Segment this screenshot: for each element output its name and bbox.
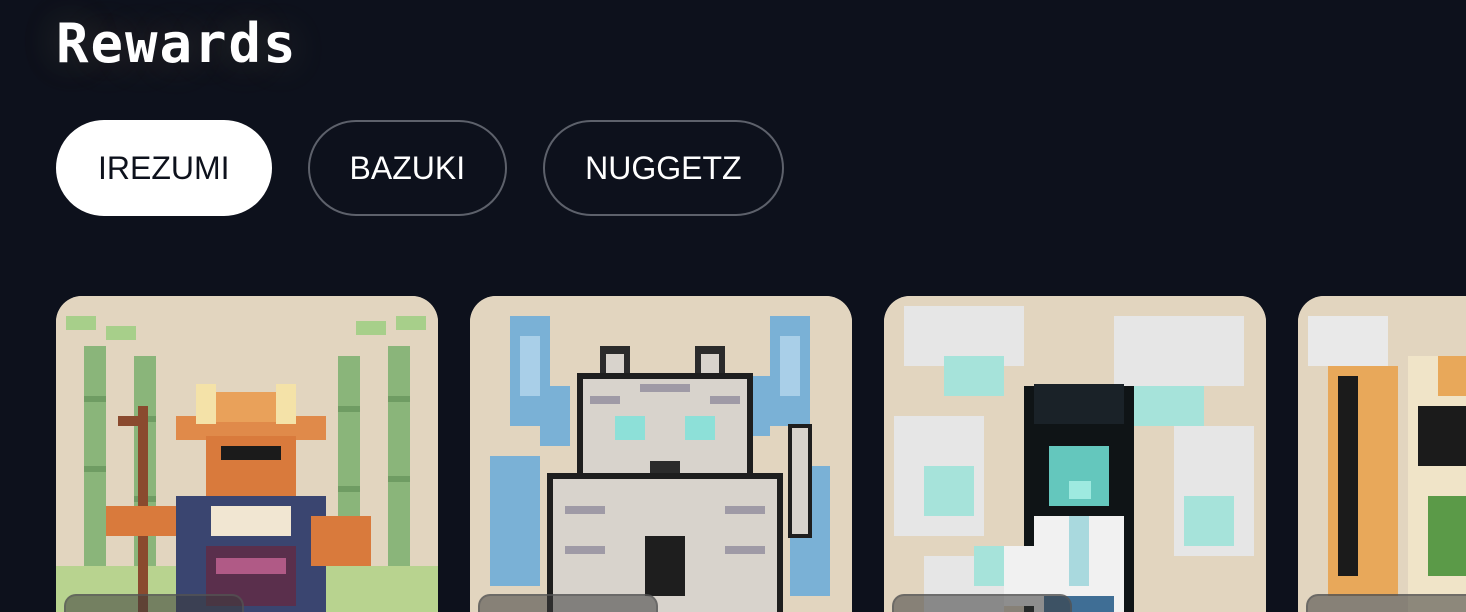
white-tiger-image	[470, 296, 852, 612]
reward-cards	[56, 296, 1466, 612]
reward-card[interactable]	[1298, 296, 1466, 612]
card-badge	[1306, 594, 1466, 612]
card-badge	[892, 594, 1072, 612]
tab-nuggetz[interactable]: NUGGETZ	[543, 120, 784, 216]
tab-irezumi[interactable]: IREZUMI	[56, 120, 272, 216]
reward-card[interactable]	[884, 296, 1266, 612]
reward-card[interactable]	[470, 296, 852, 612]
page-header: Rewards	[56, 14, 298, 74]
tab-bazuki[interactable]: BAZUKI	[307, 120, 508, 216]
card-badge	[64, 594, 244, 612]
reward-card[interactable]	[56, 296, 438, 612]
tanuki-warrior-image	[1298, 296, 1466, 612]
card-badge	[478, 594, 658, 612]
page-title: Rewards	[56, 12, 298, 75]
ghost-girl-image	[884, 296, 1266, 612]
fox-samurai-image	[56, 296, 438, 612]
collection-tabs: IREZUMI BAZUKI NUGGETZ	[56, 120, 784, 216]
rewards-page: Rewards IREZUMI BAZUKI NUGGETZ	[0, 0, 1466, 612]
